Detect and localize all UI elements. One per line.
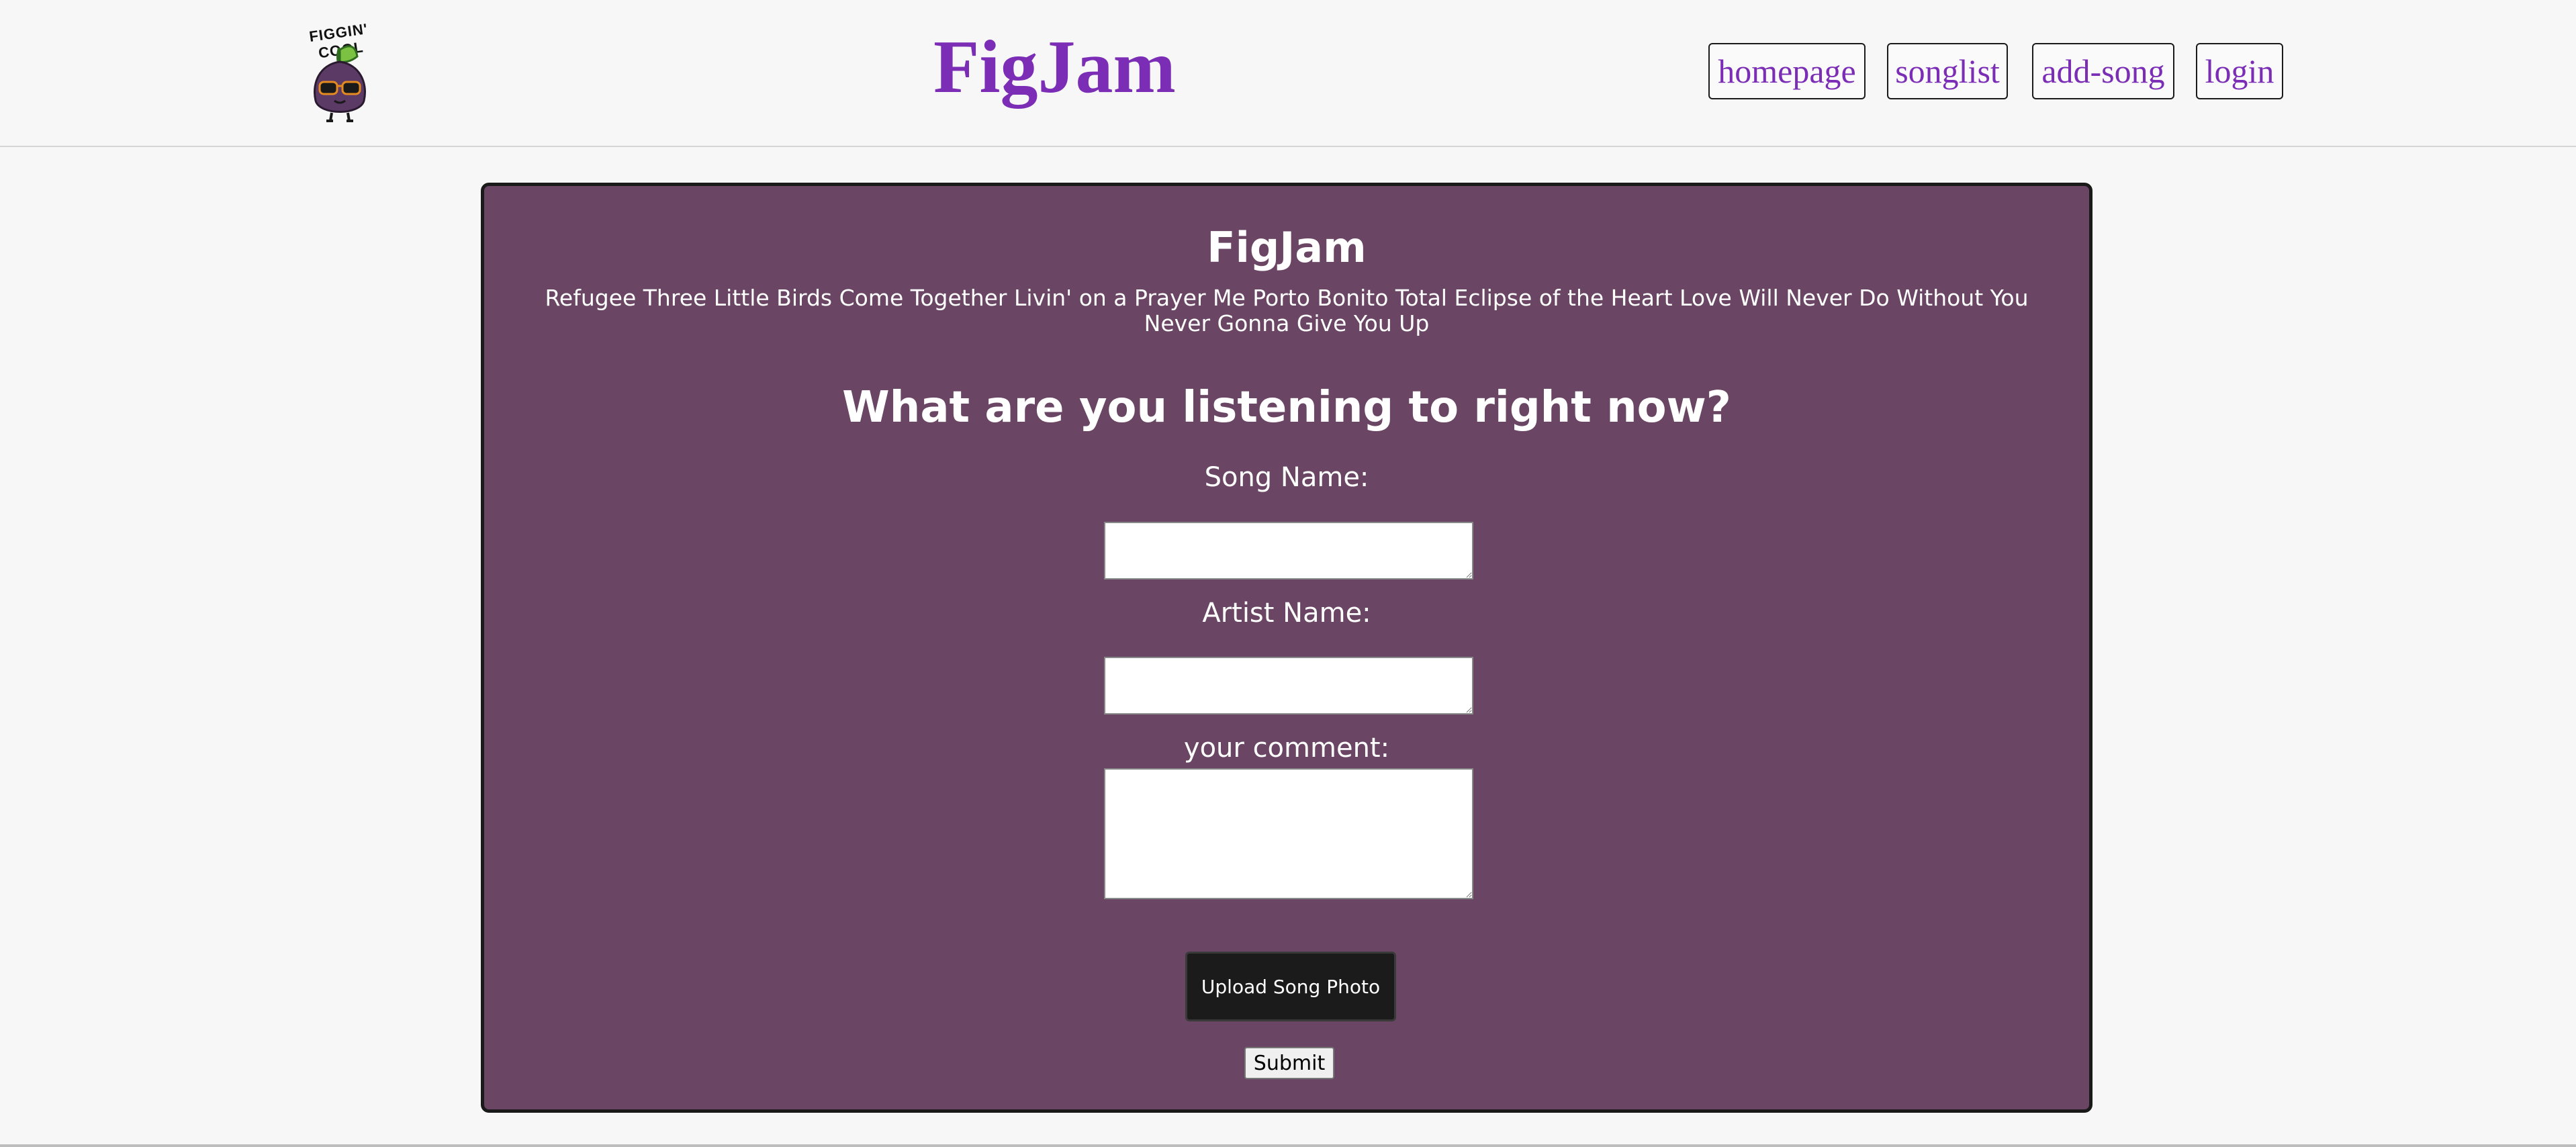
nav-homepage-button[interactable]: homepage xyxy=(1708,43,1866,99)
comment-input[interactable] xyxy=(1104,768,1473,899)
listening-question: What are you listening to right now? xyxy=(842,383,1731,432)
song-name-label: Song Name: xyxy=(1204,462,1369,493)
site-title: FigJam xyxy=(933,26,1176,109)
nav-add-song-button[interactable]: add-song xyxy=(2032,43,2174,99)
song-list-text: Refugee Three Little Birds Come Together… xyxy=(545,285,2029,336)
panel-title: FigJam xyxy=(1207,223,1367,272)
song-name-input[interactable] xyxy=(1104,522,1473,580)
site-header: FIGGIN' COOL FigJam homepage songlist ad… xyxy=(0,0,2576,147)
nav-login-button[interactable]: login xyxy=(2196,43,2283,99)
fig-mascot-icon xyxy=(314,45,366,122)
submit-button[interactable]: Submit xyxy=(1244,1047,1334,1079)
artist-name-label: Artist Name: xyxy=(1202,598,1371,629)
footer-divider xyxy=(0,1144,2576,1147)
artist-name-input[interactable] xyxy=(1104,657,1473,715)
nav-songlist-button[interactable]: songlist xyxy=(1887,43,2008,99)
comment-label: your comment: xyxy=(1183,733,1390,764)
fig-logo[interactable]: FIGGIN' COOL xyxy=(293,20,387,124)
upload-song-photo-button[interactable]: Upload Song Photo xyxy=(1185,952,1396,1021)
add-song-panel: FigJam Refugee Three Little Birds Come T… xyxy=(481,183,2092,1113)
